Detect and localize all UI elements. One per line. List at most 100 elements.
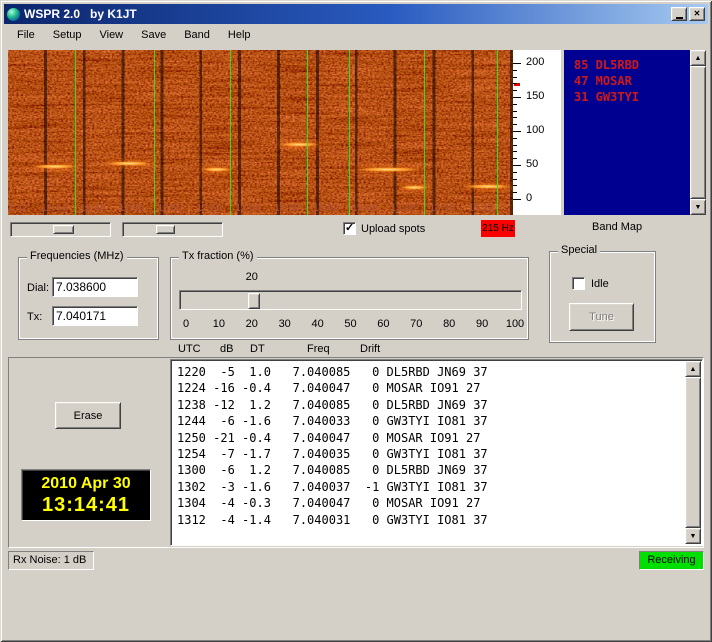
titlebar: WSPR 2.0 by K1JT ✕ [4, 4, 708, 24]
idle-label: Idle [591, 278, 609, 290]
close-button[interactable]: ✕ [689, 7, 705, 21]
spot-row: 1244 -6 -1.6 7.040033 0 GW3TYI IO81 37 [177, 413, 684, 429]
scale-tick [513, 138, 517, 139]
waterfall-time-label: 12:48 [80, 203, 106, 214]
slider-tick-label: 40 [311, 318, 323, 330]
menu-item-setup[interactable]: Setup [44, 26, 91, 44]
menu-item-save[interactable]: Save [132, 26, 175, 44]
spot-row: 1224 -16 -0.4 7.040047 0 MOSAR IO91 27 [177, 380, 684, 396]
minimize-icon [676, 17, 683, 19]
rx-progress-meter [10, 222, 111, 237]
scale-tick [513, 145, 517, 146]
bandmap-entry: 85 DL5RBD [574, 57, 688, 73]
waterfall-time-label: 12:56 [235, 203, 261, 214]
close-icon: ✕ [694, 10, 701, 18]
header-db: dB [220, 343, 233, 355]
spot-row: 1302 -3 -1.6 7.040037 -1 GW3TYI IO81 37 [177, 479, 684, 495]
slider-tick-label: 70 [410, 318, 422, 330]
tune-button[interactable]: Tune [569, 303, 634, 331]
scale-tick [513, 185, 517, 186]
bandmap-entry: 31 GW3TYI [574, 89, 688, 105]
scale-tick [513, 172, 517, 173]
waterfall-sync-line [497, 50, 498, 215]
spot-list: 1220 -5 1.0 7.040085 0 DL5RBD JN69 37122… [173, 362, 684, 543]
tx-slider-thumb[interactable] [248, 293, 260, 309]
upload-check-icon: ✓ [345, 221, 354, 234]
scale-tick [513, 199, 521, 200]
scale-tick [513, 90, 517, 91]
spots-scrollbar: ▲ ▼ [685, 361, 701, 544]
header-utc: UTC [178, 343, 201, 355]
scroll-down-icon: ▼ [695, 204, 702, 211]
spot-row: 1300 -6 1.2 7.040085 0 DL5RBD JN69 37 [177, 462, 684, 478]
slider-tick-label: 10 [213, 318, 225, 330]
scale-tick-label: 200 [526, 56, 544, 68]
bandmap-entries: 85 DL5RBD47 MOSAR31 GW3TYI [574, 57, 688, 213]
slider-tick-label: 0 [183, 318, 189, 330]
menu-item-file[interactable]: File [8, 26, 44, 44]
scale-tick [513, 158, 517, 159]
scroll-thumb[interactable] [685, 377, 701, 528]
upload-spots-checkbox[interactable]: ✓ [343, 222, 356, 235]
header-drift: Drift [360, 343, 380, 355]
scroll-down-button[interactable]: ▼ [690, 199, 706, 215]
waterfall-time-label: 13:10 [429, 203, 455, 214]
scale-tick-label: 50 [526, 158, 538, 170]
slider-tick-label: 90 [476, 318, 488, 330]
scroll-up-button[interactable]: ▲ [685, 361, 701, 377]
waterfall-time-label: 12:42 [8, 203, 28, 214]
clock-date: 2010 Apr 30 [41, 474, 130, 494]
minimize-button[interactable] [671, 7, 687, 21]
special-legend: Special [558, 244, 600, 256]
bandwidth-badge: 215 Hz [481, 220, 515, 237]
spot-row: 1220 -5 1.0 7.040085 0 DL5RBD JN69 37 [177, 364, 684, 380]
waterfall-signal-trace [463, 184, 514, 189]
waterfall-sync-line [424, 50, 425, 215]
decode-table-header: UTC dB DT Freq Drift [0, 343, 712, 357]
application-window: WSPR 2.0 by K1JT ✕ File Setup View Save … [0, 0, 712, 642]
spot-row: 1238 -12 1.2 7.040085 0 DL5RBD JN69 37 [177, 397, 684, 413]
scroll-up-icon: ▲ [695, 55, 702, 62]
waterfall-signal-trace [104, 161, 155, 166]
erase-button[interactable]: Erase [55, 402, 121, 429]
idle-checkbox[interactable] [572, 277, 585, 290]
scale-tick [513, 117, 517, 118]
bandmap-scrollbar: ▲ ▼ [690, 50, 706, 215]
clock-display: 2010 Apr 30 13:14:41 [21, 469, 151, 521]
scroll-down-icon: ▼ [690, 533, 697, 540]
tx-fraction-value: 20 [246, 271, 258, 283]
frequencies-groupbox: Frequencies (MHz) Dial: Tx: [18, 257, 159, 340]
scale-tick [513, 165, 521, 166]
scale-tick [513, 77, 517, 78]
slider-tick-label: 80 [443, 318, 455, 330]
waterfall-signal-trace [31, 164, 79, 169]
window-title: WSPR 2.0 by K1JT [24, 7, 137, 21]
waterfall-sync-line [154, 50, 155, 215]
dial-frequency-input[interactable] [52, 277, 138, 297]
waterfall-sync-line [75, 50, 76, 215]
tx-frequency-input[interactable] [52, 306, 138, 326]
spot-row: 1254 -7 -1.7 7.040035 0 GW3TYI IO81 37 [177, 446, 684, 462]
menu-item-help[interactable]: Help [219, 26, 260, 44]
spot-row: 1312 -4 -1.4 7.040031 0 GW3TYI IO81 37 [177, 512, 684, 528]
tx-fraction-groupbox: Tx fraction (%) 20 010203040506070809010… [170, 257, 529, 340]
menu-item-view[interactable]: View [90, 26, 132, 44]
waterfall-time-label: 12:52 [157, 203, 183, 214]
waterfall-segment-gaps [8, 50, 513, 215]
frequencies-legend: Frequencies (MHz) [27, 250, 127, 262]
scroll-down-button[interactable]: ▼ [685, 528, 701, 544]
menu-item-band[interactable]: Band [175, 26, 219, 44]
rx-progress-thumb [53, 225, 75, 234]
scroll-up-button[interactable]: ▲ [690, 50, 706, 66]
decode-progress-thumb [156, 225, 176, 234]
waterfall-sync-line [230, 50, 231, 215]
waterfall-sync-line [307, 50, 308, 215]
waterfall-time-label: 12:54 [196, 203, 222, 214]
waterfall-sync-line [349, 50, 350, 215]
decoded-spots-box[interactable]: 1220 -5 1.0 7.040085 0 DL5RBD JN69 37122… [170, 359, 703, 546]
slider-tick-label: 60 [377, 318, 389, 330]
spot-row: 1304 -4 -0.3 7.040047 0 MOSAR IO91 27 [177, 495, 684, 511]
bandmap: 85 DL5RBD47 MOSAR31 GW3TYI ▲ ▼ [564, 50, 706, 215]
scroll-thumb[interactable] [690, 66, 706, 199]
tx-fraction-slider-track[interactable] [179, 290, 522, 310]
